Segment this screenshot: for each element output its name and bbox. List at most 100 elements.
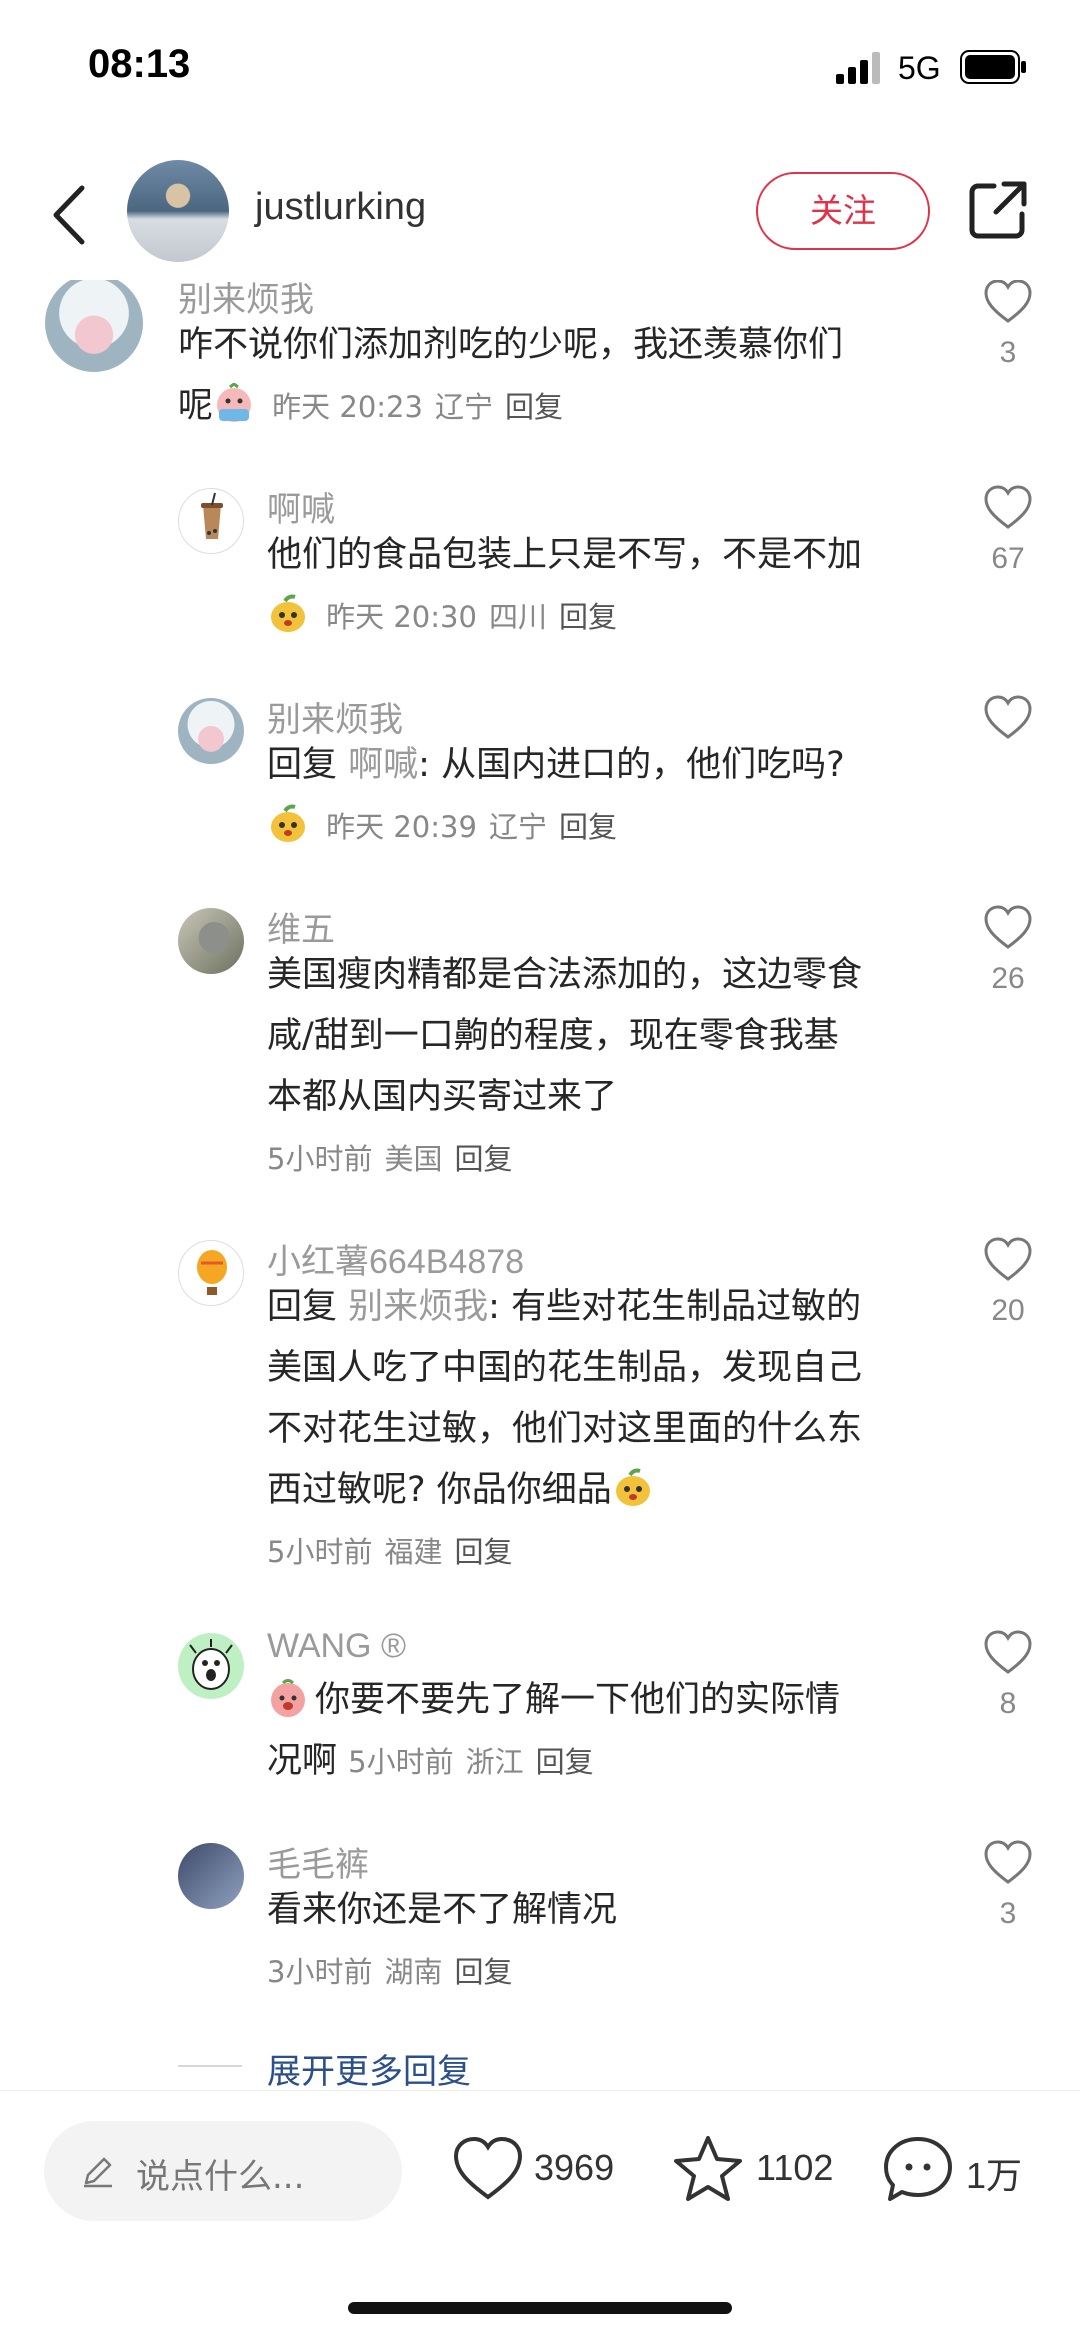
home-indicator — [348, 2302, 732, 2314]
comment-author[interactable]: 别来烦我 — [267, 692, 403, 741]
like-button[interactable]: 67 — [980, 484, 1036, 576]
comment-text: 美国瘦肉精都是合法添加的，这边零食 咸/甜到一口齁的程度，现在零食我基 本都从国… — [267, 945, 947, 1190]
comment-body: : 从国内进口的，他们吃吗? — [418, 745, 845, 785]
network-type: 5G — [898, 50, 941, 86]
like-button[interactable]: 3 — [980, 1839, 1036, 1931]
author-avatar[interactable] — [127, 160, 229, 262]
avatar[interactable] — [178, 908, 244, 974]
expand-more-replies[interactable]: 展开更多回复 — [267, 2044, 471, 2090]
comment-location: 美国 — [384, 1142, 443, 1176]
comment-text-line: 咸/甜到一口齁的程度，现在零食我基 — [267, 1016, 839, 1056]
avatar[interactable] — [178, 488, 244, 554]
comment-text-line: 3小时前 湖南 回复 — [267, 1941, 947, 2003]
comment-text: 他们的食品包装上只是不写，不是不加 昨天 20:30 四川 回复 — [267, 525, 947, 648]
comment-meta: 昨天 20:23 辽宁 回复 — [272, 390, 575, 424]
battery-icon — [960, 50, 1026, 84]
comment-text-line: 不对花生过敏，他们对这里面的什么东 — [267, 1409, 863, 1449]
balloon-avatar-icon — [197, 1250, 227, 1295]
comment-time: 昨天 20:30 — [326, 600, 477, 634]
comment-text: 回复 别来烦我: 有些对花生制品过敏的 美国人吃了中国的花生制品，发现自己 不对… — [267, 1277, 947, 1583]
comment-text-line: 美国瘦肉精都是合法添加的，这边零食 — [267, 955, 863, 995]
comment-time: 3小时前 — [267, 1955, 373, 1989]
comment-location: 浙江 — [465, 1745, 524, 1779]
comment-text-line: 5小时前 美国 回复 — [267, 1128, 947, 1190]
like-button[interactable]: 8 — [980, 1629, 1036, 1721]
comment-text-line: 你要不要先了解一下他们的实际情 — [267, 1670, 947, 1731]
bottom-action-bar: 说点什么... 3969 1102 1万 — [0, 2090, 1080, 2337]
comment-body: 你要不要先了解一下他们的实际情 — [315, 1680, 841, 1720]
heart-icon — [984, 695, 1032, 739]
like-count: 3 — [999, 336, 1017, 369]
comment-time: 昨天 20:23 — [272, 390, 423, 424]
like-count: 26 — [991, 962, 1025, 995]
comment-text-line: 呢 昨天 20:23 辽宁 回复 — [178, 376, 938, 438]
comment-meta: 昨天 20:39 辽宁 回复 — [326, 810, 629, 844]
mango-emoji-icon — [271, 594, 305, 632]
comment-text-line: 昨天 20:39 辽宁 回复 — [267, 796, 947, 858]
comment-text-line: 回复 啊喊: 从国内进口的，他们吃吗? — [267, 735, 947, 796]
reply-button[interactable]: 回复 — [559, 600, 617, 634]
status-bar: 08:13 5G — [0, 0, 1080, 140]
status-time: 08:13 — [88, 42, 191, 86]
comment-text: 看来你还是不了解情况 3小时前 湖南 回复 — [267, 1880, 947, 2003]
comment-time: 5小时前 — [348, 1745, 454, 1779]
like-count: 3 — [999, 1897, 1017, 1930]
reply-button[interactable]: 回复 — [505, 390, 563, 424]
comment-time: 昨天 20:39 — [326, 810, 477, 844]
like-count: 8 — [999, 1687, 1017, 1720]
expand-divider — [178, 2065, 242, 2067]
avatar[interactable] — [178, 1240, 244, 1306]
comment-location: 福建 — [384, 1535, 443, 1569]
heart-icon — [984, 1237, 1032, 1281]
comment-meta: 5小时前 美国 回复 — [267, 1142, 524, 1176]
reply-button[interactable]: 回复 — [536, 1745, 594, 1779]
avatar[interactable] — [178, 1633, 244, 1699]
comment-text-line: 看来你还是不了解情况 — [267, 1890, 618, 1930]
mention-link[interactable]: 啊喊 — [348, 745, 418, 785]
comment-input[interactable]: 说点什么... — [44, 2121, 402, 2221]
like-button[interactable] — [980, 694, 1036, 740]
comment-text-line: 昨天 20:30 四川 回复 — [267, 586, 947, 648]
back-icon[interactable] — [46, 180, 96, 250]
comment-text: 你要不要先了解一下他们的实际情 况啊 5小时前 浙江 回复 — [267, 1670, 947, 1793]
comment-button[interactable]: 1万 — [882, 2133, 1042, 2213]
signal-icon — [836, 52, 880, 84]
comment-author[interactable]: 毛毛裤 — [267, 1837, 369, 1886]
comment-author[interactable]: 啊喊 — [267, 482, 335, 531]
favorite-button[interactable]: 1102 — [672, 2133, 852, 2213]
like-button[interactable]: 3 — [980, 280, 1036, 370]
reply-button[interactable]: 回复 — [454, 1955, 512, 1989]
comment-text-tail: 呢 — [178, 386, 214, 426]
like-count: 67 — [991, 542, 1025, 575]
comment-body: : 有些对花生制品过敏的 — [488, 1287, 862, 1327]
comment-list: 别来烦我 咋不说你们添加剂吃的少呢，我还羡慕你们 呢 昨天 20:23 辽宁 回复 … — [0, 280, 1080, 2090]
comment-author[interactable]: 维五 — [267, 902, 335, 951]
comment-author[interactable]: 小红薯664B4878 — [267, 1234, 524, 1283]
reply-button[interactable]: 回复 — [454, 1535, 512, 1569]
drink-avatar-icon — [201, 492, 223, 539]
like-button[interactable]: 26 — [980, 904, 1036, 996]
comment-icon — [884, 2137, 952, 2201]
mention-link[interactable]: 别来烦我 — [348, 1287, 488, 1327]
like-button[interactable]: 20 — [980, 1236, 1036, 1328]
heart-icon — [984, 485, 1032, 529]
avatar[interactable] — [178, 698, 244, 764]
avatar[interactable] — [178, 1843, 244, 1909]
comment-text-line: 美国人吃了中国的花生制品，发现自己 — [267, 1348, 863, 1388]
share-icon[interactable] — [968, 180, 1028, 240]
like-post-button[interactable]: 3969 — [452, 2133, 642, 2213]
peach-emoji-icon — [271, 1679, 305, 1717]
reply-button[interactable]: 回复 — [559, 810, 617, 844]
avatar[interactable] — [45, 280, 143, 372]
author-name[interactable]: justlurking — [255, 186, 426, 229]
mango-emoji-icon — [271, 804, 305, 842]
reply-prefix: 回复 — [267, 1287, 338, 1327]
star-icon — [674, 2136, 742, 2201]
follow-button[interactable]: 关注 — [756, 172, 930, 250]
mango-emoji-icon — [615, 1468, 650, 1506]
comment-author[interactable]: WANG ® — [267, 1627, 406, 1666]
comment-location: 辽宁 — [434, 390, 493, 424]
reply-button[interactable]: 回复 — [454, 1142, 512, 1176]
comment-text-line: 回复 别来烦我: 有些对花生制品过敏的 — [267, 1277, 947, 1338]
comment-meta: 昨天 20:30 四川 回复 — [326, 600, 629, 634]
